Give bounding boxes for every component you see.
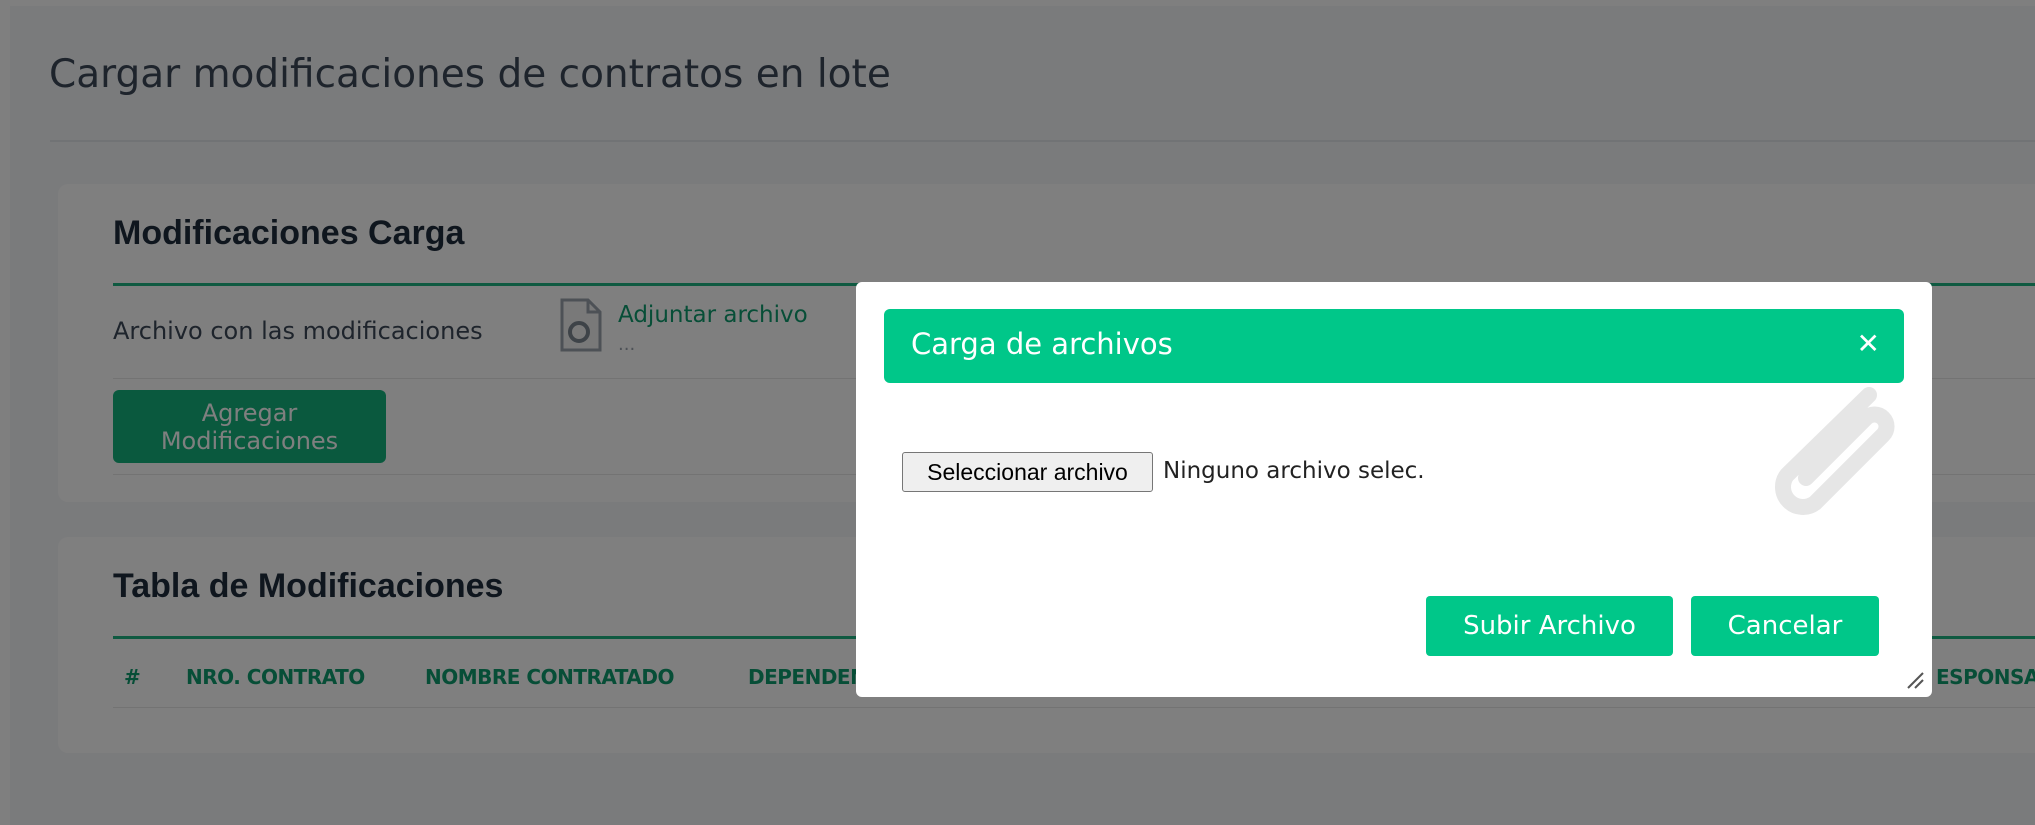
paperclip-icon [1775, 387, 1895, 515]
file-upload-modal: Carga de archivos ✕ Seleccionar archivo … [856, 282, 1932, 697]
select-file-button[interactable]: Seleccionar archivo [902, 452, 1153, 492]
resize-handle-icon[interactable] [1904, 669, 1924, 689]
modal-title: Carga de archivos [911, 327, 1173, 361]
close-icon[interactable]: ✕ [1857, 327, 1880, 360]
upload-file-button[interactable]: Subir Archivo [1426, 596, 1673, 656]
modal-header: Carga de archivos ✕ [884, 309, 1904, 383]
cancel-button[interactable]: Cancelar [1691, 596, 1879, 656]
selected-file-status: Ninguno archivo selec. [1163, 458, 1425, 484]
